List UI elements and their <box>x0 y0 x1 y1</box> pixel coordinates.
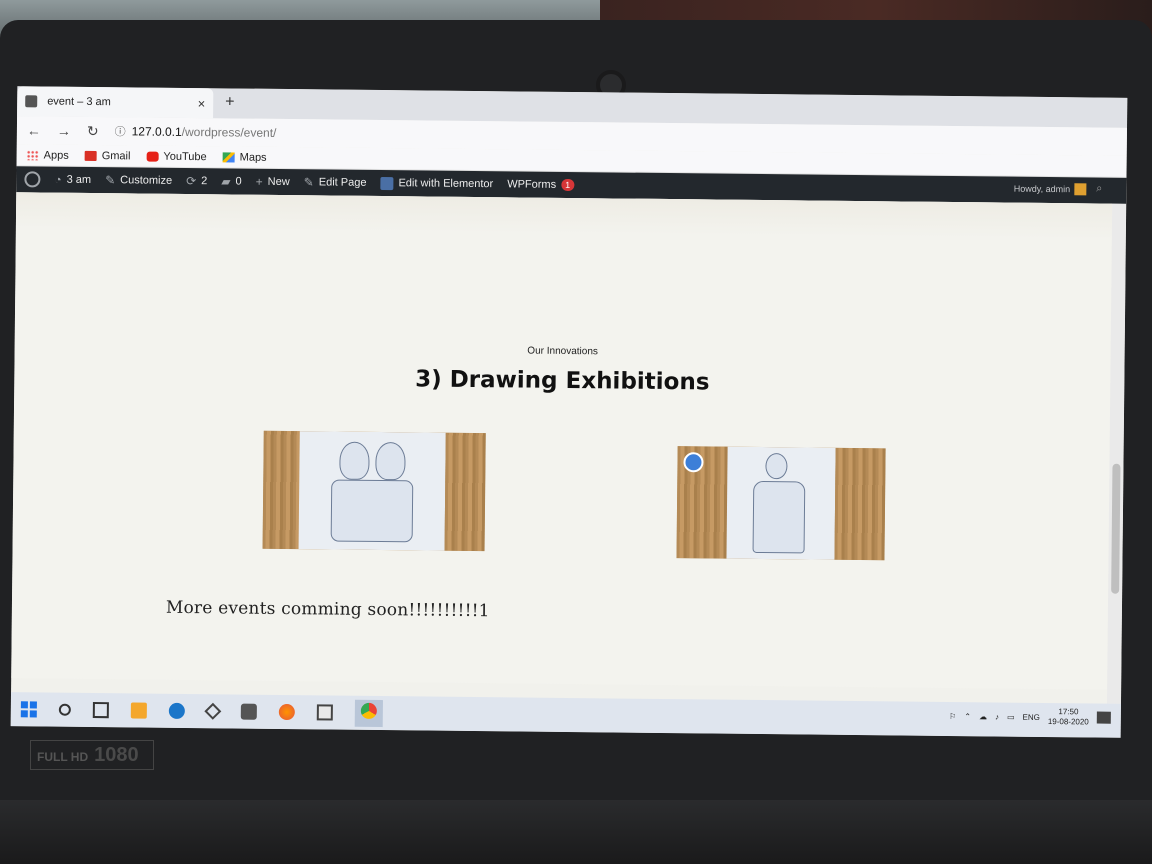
drawn-figure <box>752 480 806 554</box>
wpforms-label: WPForms <box>507 178 557 191</box>
site-name-button[interactable]: ◔ 3 am <box>54 173 91 187</box>
windows-start-icon[interactable] <box>20 701 37 718</box>
bookmark-label: Apps <box>43 148 69 162</box>
search-icon[interactable]: ⌕ <box>1096 183 1102 196</box>
bookmark-apps[interactable]: Apps <box>26 148 69 162</box>
apps-icon <box>26 149 39 160</box>
tab-favicon-icon <box>25 95 38 108</box>
chevron-up-icon[interactable]: ⌃ <box>964 712 971 721</box>
wpforms-button[interactable]: WPForms 1 <box>507 178 575 192</box>
clock-date: 19-08-2020 <box>1047 717 1089 727</box>
site-name: 3 am <box>66 173 92 186</box>
3d-viewer-icon[interactable] <box>204 702 222 720</box>
clock[interactable]: 17:50 19-08-2020 <box>1048 707 1089 727</box>
volume-icon[interactable]: ♪ <box>995 712 999 721</box>
paper-sheet <box>726 446 836 560</box>
wood-background <box>444 432 486 552</box>
people-icon[interactable]: ⚐ <box>949 711 956 720</box>
bookmark-label: Maps <box>239 151 267 164</box>
bookmark-maps[interactable]: Maps <box>222 151 267 164</box>
edit-elementor-button[interactable]: Edit with Elementor <box>380 176 494 191</box>
elementor-icon <box>380 176 394 190</box>
reload-button[interactable]: ↻ <box>87 122 99 139</box>
bookmark-label: YouTube <box>163 150 207 163</box>
cloud-icon[interactable]: ☁ <box>979 712 987 721</box>
url-host: 127.0.0.1 <box>131 124 182 139</box>
comments-button[interactable]: ▰ 0 <box>221 174 242 188</box>
site-info-icon[interactable]: ⓘ <box>115 123 126 139</box>
edge-icon[interactable] <box>168 702 185 719</box>
bookmark-label: Gmail <box>101 149 131 162</box>
wpforms-badge: 1 <box>561 178 575 192</box>
howdy-label: Howdy, admin <box>1013 183 1071 194</box>
page-content: Our Innovations 3) Drawing Exhibitions M… <box>11 192 1113 690</box>
bookmark-youtube[interactable]: YouTube <box>146 150 207 163</box>
section-subtitle: Our Innovations <box>527 345 598 358</box>
back-button[interactable]: ← <box>27 122 41 138</box>
pencil-icon: ✎ <box>303 175 314 190</box>
system-tray: ⚐ ⌃ ☁ ♪ ▭ ENG 17:50 19-08-2020 <box>949 706 1111 728</box>
drawn-figure <box>330 479 414 543</box>
close-tab-icon[interactable]: × <box>198 96 206 111</box>
updates-icon: ⟳ <box>186 173 197 189</box>
customize-button[interactable]: ✎ Customize <box>105 173 172 188</box>
edit-elementor-label: Edit with Elementor <box>398 177 494 191</box>
battery-icon[interactable]: ▭ <box>1007 712 1015 721</box>
address-bar[interactable]: ⓘ 127.0.0.1/wordpress/event/ <box>115 123 277 141</box>
scrollbar-thumb[interactable] <box>1111 463 1121 594</box>
comment-icon: ▰ <box>221 174 231 189</box>
visual-studio-icon[interactable] <box>240 703 257 720</box>
forward-button[interactable]: → <box>57 123 71 139</box>
new-content-button[interactable]: + New <box>256 175 290 189</box>
customize-label: Customize <box>120 174 173 187</box>
gmail-icon <box>84 150 97 161</box>
chrome-icon <box>360 702 377 719</box>
snipping-tool-icon[interactable] <box>316 704 333 721</box>
clock-time: 17:50 <box>1058 707 1079 717</box>
bookmark-gmail[interactable]: Gmail <box>84 149 131 162</box>
drawn-figure <box>375 441 406 481</box>
account-menu[interactable]: Howdy, admin ⌕ <box>1013 182 1102 196</box>
edit-page-button[interactable]: ✎ Edit Page <box>304 175 367 190</box>
updates-button[interactable]: ⟳ 2 <box>186 174 207 188</box>
search-icon[interactable] <box>58 703 71 716</box>
edit-page-label: Edit Page <box>318 176 367 189</box>
wood-background <box>834 447 886 561</box>
avatar <box>1074 182 1087 195</box>
store-icon[interactable] <box>130 702 147 719</box>
notification-icon[interactable] <box>1096 711 1111 724</box>
drawn-figure <box>765 453 788 480</box>
updates-count: 2 <box>201 175 208 188</box>
wood-background <box>262 430 300 550</box>
comments-count: 0 <box>235 175 242 188</box>
chrome-taskbar-button[interactable] <box>354 699 383 727</box>
drawing-image-girls-on-swing <box>262 430 486 552</box>
wordpress-icon <box>24 171 41 188</box>
page-title: 3) Drawing Exhibitions <box>415 366 710 396</box>
wordpress-logo-button[interactable] <box>24 171 41 188</box>
doraemon-sticker-icon <box>683 452 704 473</box>
browser-tab[interactable]: event – 3 am × <box>17 86 214 119</box>
youtube-icon <box>146 151 159 162</box>
laptop-keyboard-edge <box>0 800 1152 864</box>
more-events-text: More events comming soon!!!!!!!!!!1 <box>165 597 490 622</box>
language-indicator[interactable]: ENG <box>1023 712 1040 721</box>
task-view-icon[interactable] <box>92 702 109 719</box>
drawn-figure <box>339 441 370 480</box>
drawing-image-girl-with-backpack <box>676 446 886 561</box>
new-label: New <box>267 175 290 189</box>
plus-icon: + <box>255 174 263 189</box>
dashboard-icon: ◔ <box>54 172 62 187</box>
full-hd-sticker: FULL HD 1080 <box>30 740 154 770</box>
paper-sheet <box>298 431 446 551</box>
laptop-screen: event – 3 am × + ← → ↻ ⓘ 127.0.0.1/wordp… <box>10 86 1128 738</box>
new-tab-button[interactable]: + <box>225 93 235 111</box>
url-path: /wordpress/event/ <box>181 124 277 140</box>
tab-title: event – 3 am <box>47 95 111 109</box>
maps-icon <box>222 151 235 162</box>
firefox-icon[interactable] <box>278 703 295 721</box>
brush-icon: ✎ <box>105 173 116 188</box>
